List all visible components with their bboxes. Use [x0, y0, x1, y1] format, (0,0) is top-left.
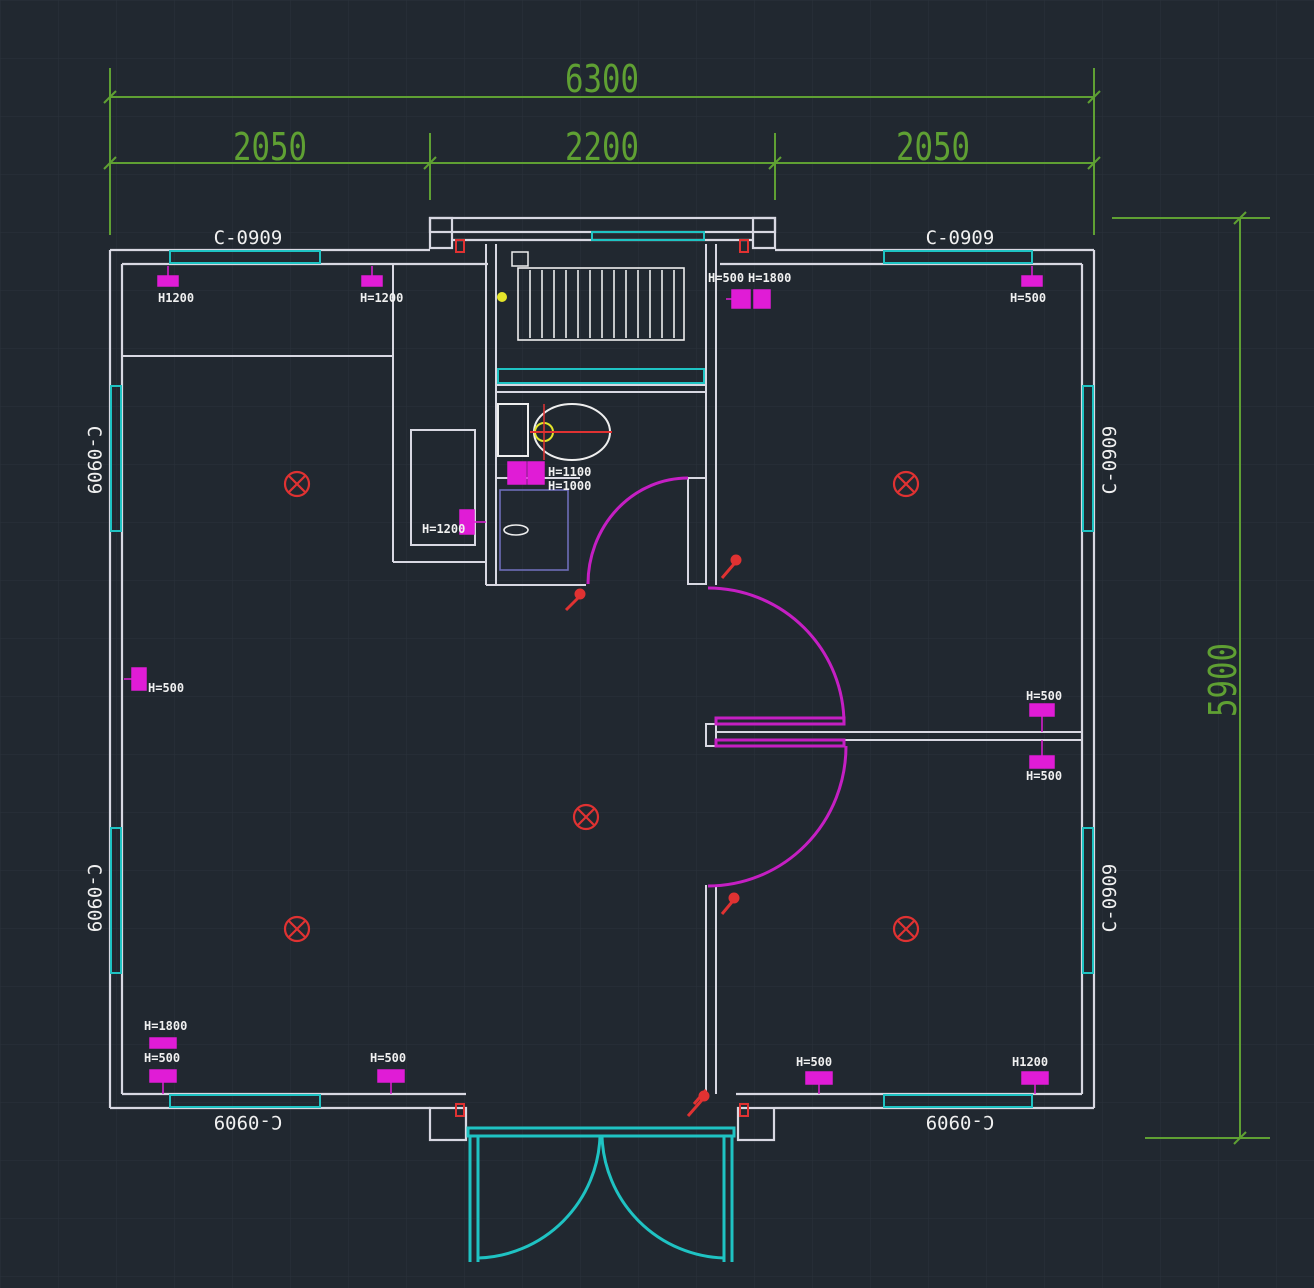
window-label-top-left: C-0909	[214, 227, 283, 249]
outlet-label: H=500	[1010, 291, 1046, 305]
dimension-total-width: 6300	[565, 57, 639, 101]
outlet-label: H=1800	[748, 271, 791, 285]
power-outlet-icon	[753, 289, 771, 309]
outlet-label: H=500	[1026, 689, 1062, 703]
dimension-left-width: 2050	[233, 125, 307, 169]
dimension-total-depth: 5900	[1201, 643, 1245, 717]
window-label-left-lower: C-0909	[83, 864, 105, 933]
dimension-right-width: 2050	[896, 125, 970, 169]
power-outlet-icon	[507, 461, 545, 485]
outlet-label: H=500	[148, 681, 184, 695]
outlet-label: H=1200	[422, 522, 465, 536]
outlet-label: H=500	[1026, 769, 1062, 783]
outlet-label: H=500	[708, 271, 744, 285]
outlet-label: H=500	[144, 1051, 180, 1065]
outlet-label: H1200	[1012, 1055, 1048, 1069]
outlet-label: H=500	[370, 1051, 406, 1065]
floor-plan-drawing: 6300 2050 2200 2050 5900 C-0909 C-0909 C…	[0, 0, 1314, 1288]
outlet-label: H=1800	[144, 1019, 187, 1033]
window-label-left-upper: C-0909	[83, 426, 105, 495]
window-label-bottom-right: C-0909	[926, 1111, 995, 1133]
outlet-label: H=1100	[548, 465, 591, 479]
window-label-right-upper: C-0909	[1099, 426, 1121, 495]
dimension-middle-width: 2200	[565, 125, 639, 169]
window-label-top-right: C-0909	[926, 227, 995, 249]
outlet-label: H=500	[796, 1055, 832, 1069]
power-outlet-icon	[149, 1037, 177, 1049]
outlet-label: H=1200	[360, 291, 403, 305]
window-label-right-lower: C-0909	[1099, 864, 1121, 933]
outlet-label: H=1000	[548, 479, 591, 493]
outlet-label: H1200	[158, 291, 194, 305]
window-label-bottom-left: C-0909	[214, 1111, 283, 1133]
